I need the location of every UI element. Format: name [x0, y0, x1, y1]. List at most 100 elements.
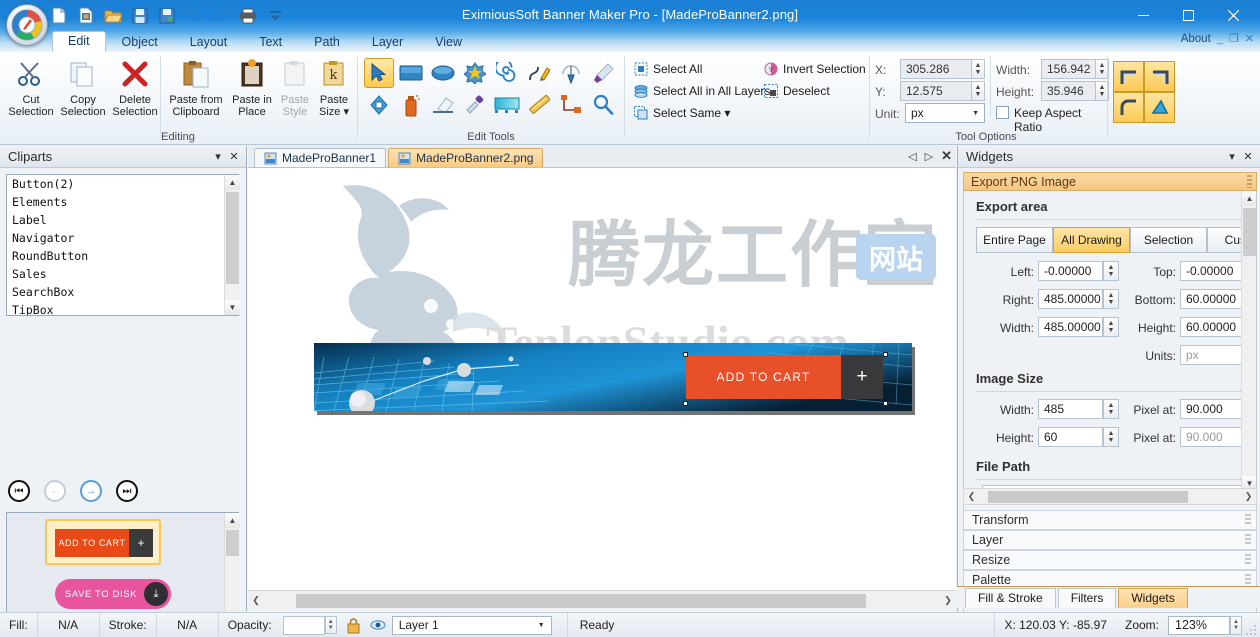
zoom-tool[interactable]	[588, 90, 618, 120]
corner-style-top-right-button[interactable]	[1144, 61, 1175, 92]
selection-handle[interactable]	[683, 352, 688, 357]
export-mode-all-drawing[interactable]: All Drawing	[1053, 227, 1130, 253]
tab-close-icon[interactable]: ✕	[941, 148, 952, 164]
opacity-spinner[interactable]: ▲ ▼	[324, 616, 337, 634]
image-height-field[interactable]: 60	[1038, 427, 1103, 447]
scroll-thumb[interactable]	[226, 192, 239, 284]
widget-section-transform[interactable]: Transform	[963, 510, 1257, 530]
scroll-left-icon[interactable]: ❮	[964, 489, 979, 504]
star-shape-tool[interactable]	[460, 58, 490, 88]
panel-grip[interactable]	[1247, 175, 1252, 188]
gradient-tool[interactable]	[492, 90, 522, 120]
x-field[interactable]: 305.286	[900, 59, 972, 79]
banner-plus-button[interactable]: +	[841, 355, 883, 399]
scroll-thumb[interactable]	[988, 491, 1188, 503]
export-bottom-field[interactable]: 60.00000	[1180, 289, 1246, 309]
layer-selector[interactable]: Layer 1 ▼	[390, 613, 561, 637]
select-all-in-all-layers-button[interactable]: Select All in All Layers	[634, 84, 770, 98]
export-left-field[interactable]: -0.00000	[1038, 261, 1103, 281]
scroll-track[interactable]	[264, 592, 940, 610]
status-opacity-control[interactable]: ▲ ▼	[281, 613, 341, 637]
panel-grip[interactable]	[1245, 574, 1251, 586]
visibility-eye-icon[interactable]	[366, 613, 390, 637]
panel-grip[interactable]	[1245, 514, 1251, 526]
delete-selection-button[interactable]: Delete Selection	[109, 57, 161, 129]
scroll-thumb[interactable]	[226, 530, 239, 556]
scroll-left-icon[interactable]: ❮	[248, 592, 264, 610]
widgets-body-scrollbar[interactable]: ▲ ▼	[1241, 191, 1256, 491]
zoom-spinner[interactable]: ▲ ▼	[1230, 615, 1242, 635]
paste-style-button[interactable]: Paste Style	[276, 57, 314, 129]
widget-section-resize[interactable]: Resize	[963, 550, 1257, 570]
scroll-down-icon[interactable]: ▼	[225, 300, 240, 315]
export-mode-selection[interactable]: Selection	[1130, 227, 1207, 253]
corner-style-top-left-button[interactable]	[1113, 61, 1144, 92]
ribbon-tab-view[interactable]: View	[419, 32, 478, 52]
scroll-thumb[interactable]	[296, 593, 866, 608]
canvas-horizontal-scrollbar[interactable]: ❮ ❯	[248, 590, 956, 610]
deselect-button[interactable]: Deselect	[764, 84, 830, 98]
tab-next-icon[interactable]: ▷	[925, 150, 933, 163]
selection-handle[interactable]	[883, 401, 888, 406]
selection-handle[interactable]	[683, 401, 688, 406]
paste-in-place-button[interactable]: Paste in Place	[228, 57, 276, 129]
cut-selection-button[interactable]: Cut Selection	[5, 57, 57, 129]
export-height-field[interactable]: 60.00000	[1180, 317, 1246, 337]
canvas-area[interactable]: 腾龙工作室 网站 TenlonStudio.com	[248, 168, 956, 590]
close-icon[interactable]: ✕	[226, 149, 242, 165]
panel-grip[interactable]	[1245, 534, 1251, 546]
select-arrow-tool[interactable]	[364, 58, 394, 88]
eyedropper-tool[interactable]	[460, 90, 490, 120]
canvas-page[interactable]: 腾龙工作室 网站 TenlonStudio.com	[248, 168, 956, 590]
list-item[interactable]: Label	[7, 211, 238, 229]
copy-selection-button[interactable]: Copy Selection	[57, 57, 109, 129]
new-from-template-icon[interactable]	[75, 5, 97, 27]
paintbrush-tool[interactable]	[588, 58, 618, 88]
pencil-curve-tool[interactable]	[524, 58, 554, 88]
spiral-tool[interactable]	[492, 58, 522, 88]
document-tab-1[interactable]: MadeProBanner1	[254, 148, 387, 167]
selection-handle[interactable]	[883, 352, 888, 357]
close-icon[interactable]: ✕	[1240, 149, 1256, 165]
y-field[interactable]: 12.575	[900, 81, 972, 101]
widget-section-layer[interactable]: Layer	[963, 530, 1257, 550]
previous-page-button[interactable]: ←	[44, 480, 66, 502]
undo-icon[interactable]	[183, 5, 205, 27]
open-folder-icon[interactable]	[102, 5, 124, 27]
application-menu-orb[interactable]	[6, 4, 48, 46]
list-item[interactable]: Button(2)	[7, 175, 238, 193]
about-link[interactable]: About	[1181, 33, 1211, 45]
banner-add-to-cart-button[interactable]: ADD TO CART	[686, 355, 841, 399]
keep-aspect-ratio-checkbox[interactable]	[996, 106, 1009, 119]
select-same-button[interactable]: Select Same ▾	[634, 106, 730, 120]
tab-prev-icon[interactable]: ◁	[908, 150, 916, 163]
dock-tab-fill-stroke[interactable]: Fill & Stroke	[965, 588, 1056, 608]
export-width-field[interactable]: 485.00000	[1038, 317, 1103, 337]
invert-selection-button[interactable]: Y Invert Selection	[764, 62, 866, 76]
clipart-category-list[interactable]: Button(2) Elements Label Navigator Round…	[6, 174, 239, 316]
chevron-down-icon[interactable]: ▾	[1224, 149, 1240, 165]
paste-from-clipboard-button[interactable]: Paste from Clipboard	[164, 57, 228, 129]
save-icon[interactable]	[129, 5, 151, 27]
dock-tab-filters[interactable]: Filters	[1057, 588, 1117, 608]
lock-icon[interactable]	[341, 613, 366, 637]
document-tab-2[interactable]: MadeProBanner2.png	[388, 148, 544, 167]
export-png-image-header[interactable]: Export PNG Image	[963, 172, 1257, 191]
connector-tool[interactable]	[556, 90, 586, 120]
banner-artwork[interactable]: ADD TO CART +	[314, 343, 912, 411]
corner-style-bottom-left-button[interactable]	[1113, 92, 1144, 123]
select-all-button[interactable]: Select All	[634, 62, 702, 76]
save-as-icon[interactable]	[156, 5, 178, 27]
new-document-icon[interactable]	[48, 5, 70, 27]
dock-tab-widgets[interactable]: Widgets	[1118, 588, 1188, 608]
corner-style-bottom-right-button[interactable]	[1144, 92, 1175, 123]
scroll-right-icon[interactable]: ❯	[1241, 489, 1256, 504]
first-page-button[interactable]: ⏮	[8, 480, 30, 502]
clipart-list-scrollbar[interactable]: ▲ ▼	[224, 175, 240, 315]
ellipse-tool[interactable]	[428, 58, 458, 88]
status-fill-value[interactable]: N/A	[38, 612, 100, 637]
width-field[interactable]: 156.942	[1041, 59, 1096, 79]
status-stroke-value[interactable]: N/A	[157, 612, 219, 637]
spray-can-tool[interactable]	[396, 90, 426, 120]
image-width-field[interactable]: 485	[1038, 399, 1103, 419]
